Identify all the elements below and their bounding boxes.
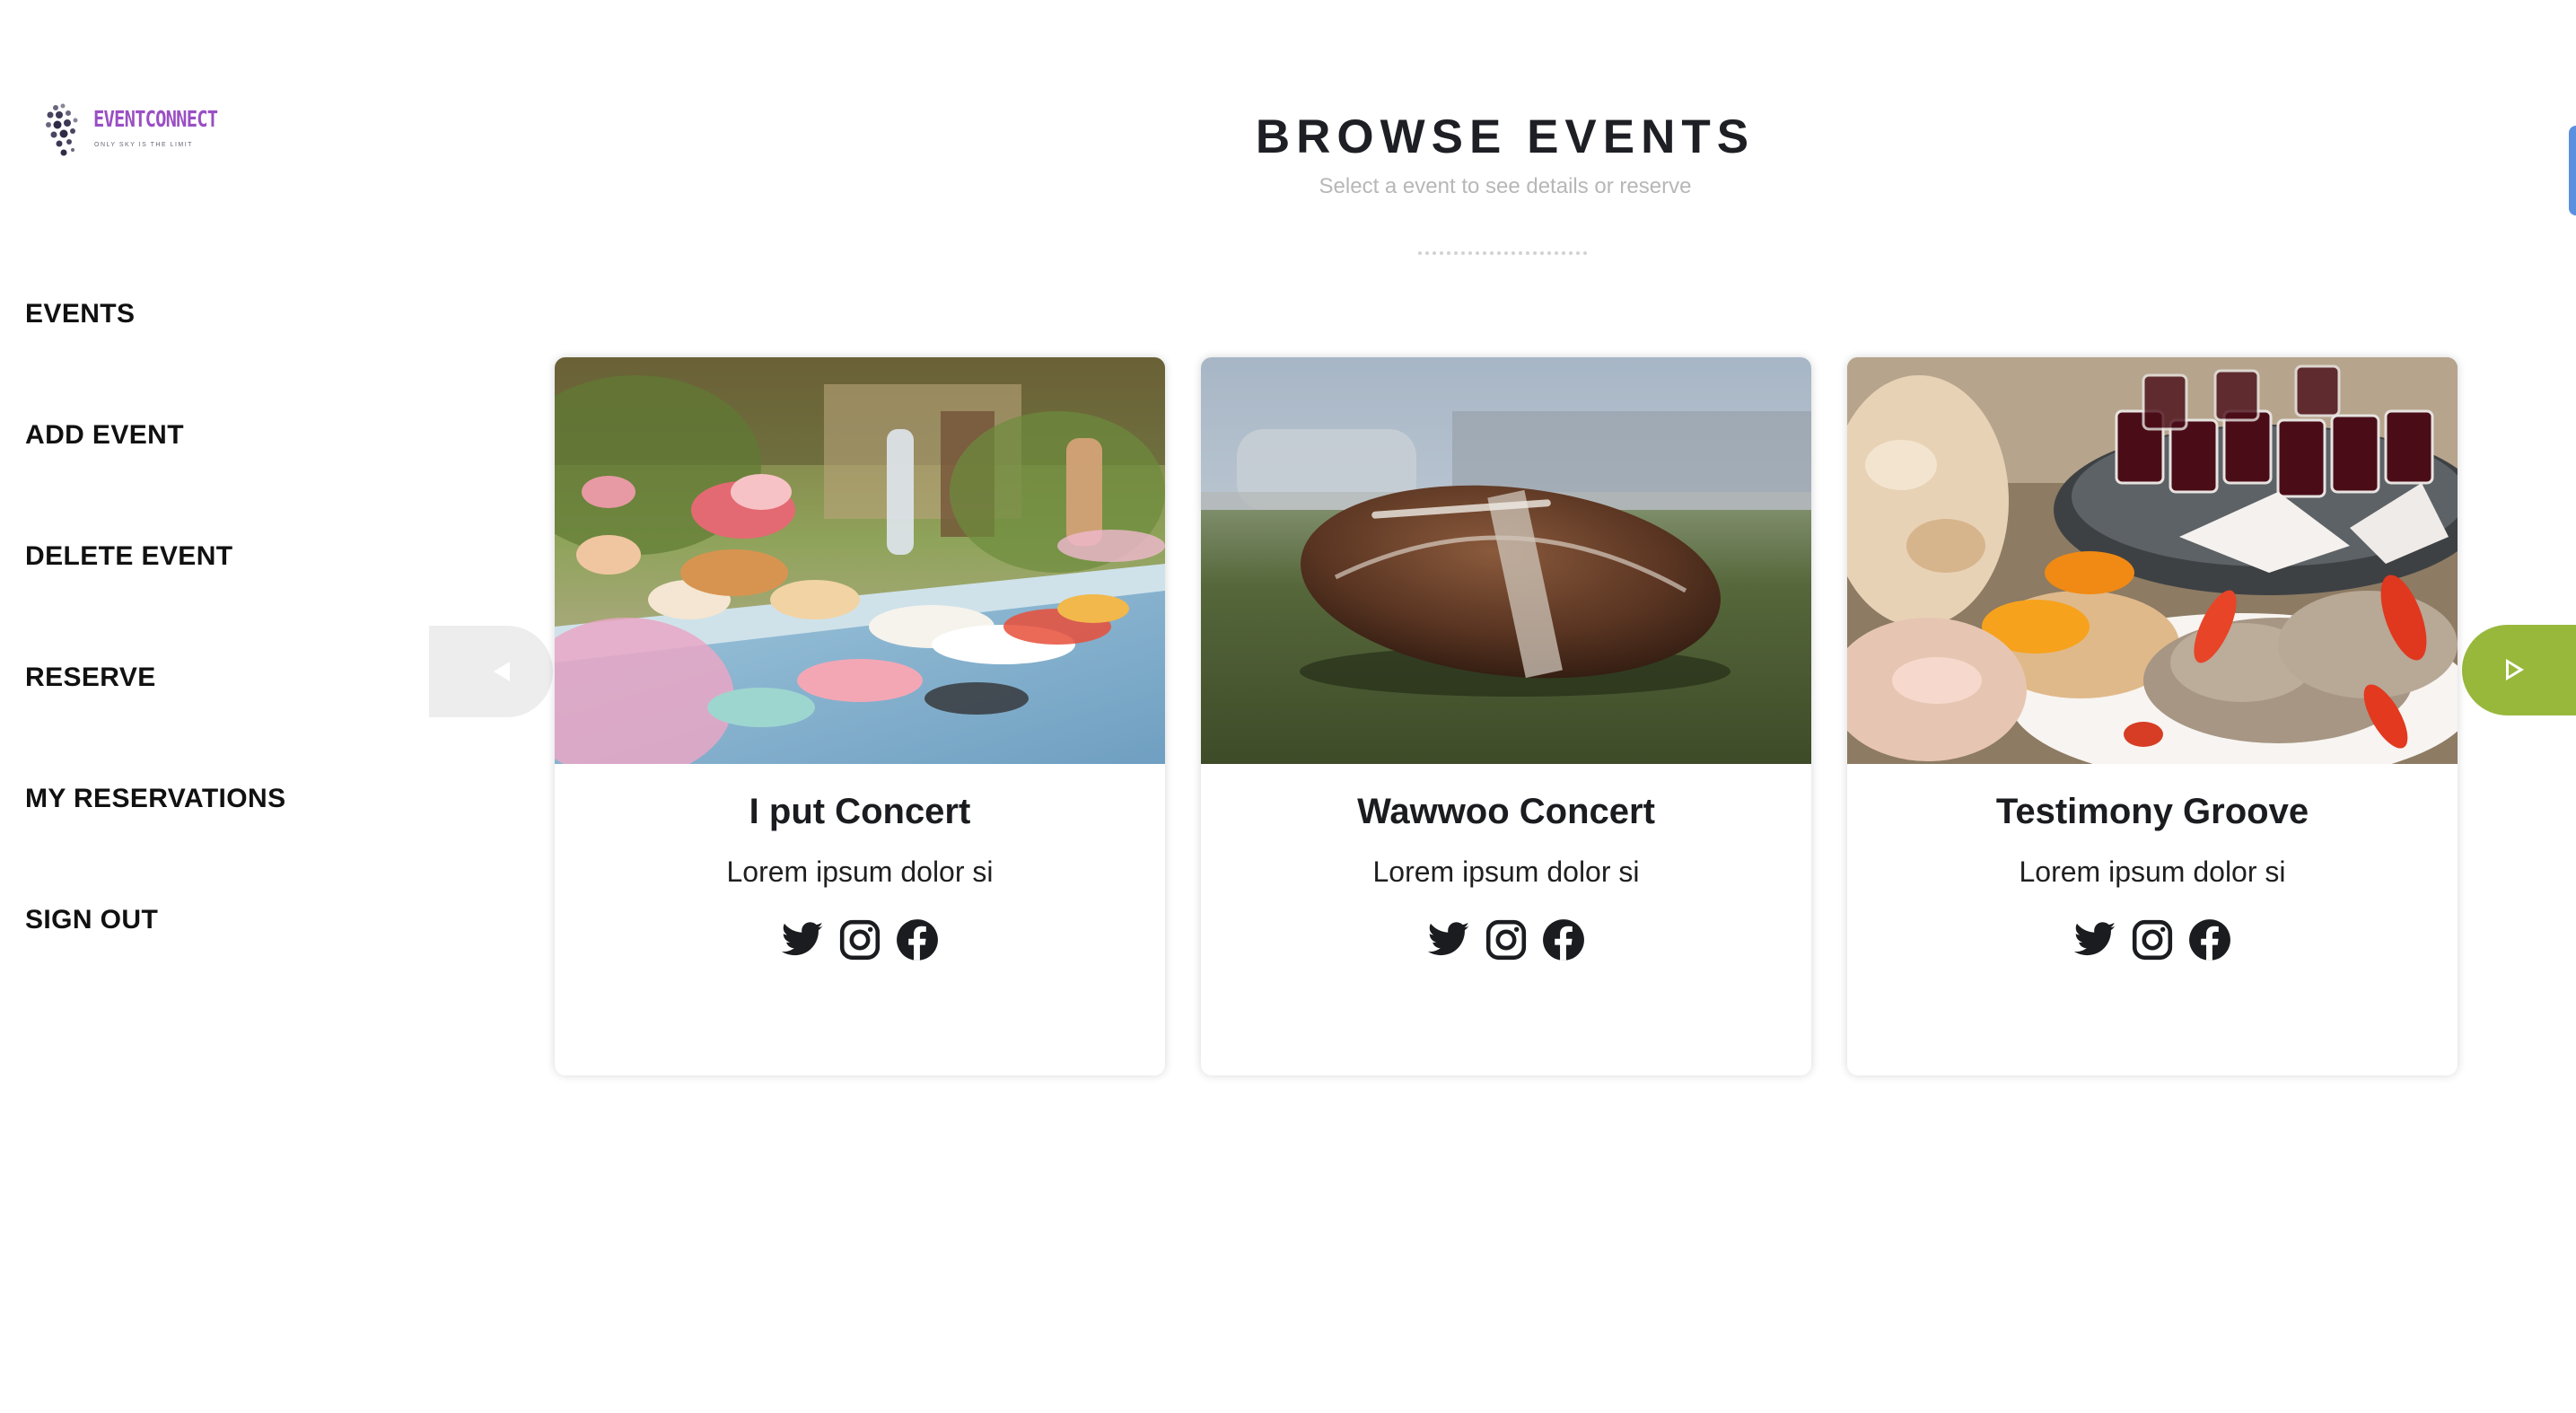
event-card[interactable]: I put Concert Lorem ipsum dolor si bbox=[555, 357, 1165, 1075]
carousel-prev-button[interactable] bbox=[429, 626, 553, 717]
caret-right-icon bbox=[2506, 659, 2524, 680]
event-card[interactable]: Wawwoo Concert Lorem ipsum dolor si bbox=[1201, 357, 1811, 1075]
instagram-icon[interactable] bbox=[837, 917, 882, 962]
dotted-divider bbox=[1418, 251, 1594, 257]
instagram-icon[interactable] bbox=[2130, 917, 2175, 962]
carousel-next-button[interactable] bbox=[2462, 625, 2576, 715]
caret-left-icon bbox=[494, 662, 510, 681]
event-title: I put Concert bbox=[749, 792, 971, 831]
sidebar-item-events[interactable]: EVENTS bbox=[25, 287, 286, 408]
facebook-icon[interactable] bbox=[2187, 917, 2232, 962]
event-title: Testimony Groove bbox=[1995, 792, 2309, 831]
event-card[interactable]: Testimony Groove Lorem ipsum dolor si bbox=[1847, 357, 2458, 1075]
instagram-icon[interactable] bbox=[1484, 917, 1529, 962]
sidebar-item-add-event[interactable]: ADD EVENT bbox=[25, 408, 286, 530]
event-image-football bbox=[1201, 357, 1811, 764]
event-description: Lorem ipsum dolor si bbox=[726, 856, 994, 888]
page-title: BROWSE EVENTS bbox=[1255, 110, 1756, 163]
sidebar-item-my-reservations[interactable]: MY RESERVATIONS bbox=[25, 772, 286, 893]
page-subtitle: Select a event to see details or reserve bbox=[1319, 174, 1692, 198]
sidebar-nav: EVENTS ADD EVENT DELETE EVENT RESERVE MY… bbox=[25, 287, 286, 1014]
twitter-icon[interactable] bbox=[1426, 917, 1471, 962]
social-links bbox=[1201, 917, 1811, 962]
facebook-icon[interactable] bbox=[1541, 917, 1586, 962]
sidebar-item-delete-event[interactable]: DELETE EVENT bbox=[25, 530, 286, 651]
twitter-icon[interactable] bbox=[780, 917, 825, 962]
event-title: Wawwoo Concert bbox=[1357, 792, 1655, 831]
event-image-dessert-table bbox=[555, 357, 1165, 764]
event-image-food-wine bbox=[1847, 357, 2458, 764]
social-links bbox=[555, 917, 1165, 962]
facebook-icon[interactable] bbox=[895, 917, 940, 962]
event-description: Lorem ipsum dolor si bbox=[2019, 856, 2286, 888]
scroll-handle[interactable] bbox=[2569, 126, 2576, 215]
sidebar-item-reserve[interactable]: RESERVE bbox=[25, 651, 286, 772]
sidebar-item-sign-out[interactable]: SIGN OUT bbox=[25, 893, 286, 1014]
twitter-icon[interactable] bbox=[2072, 917, 2117, 962]
event-description: Lorem ipsum dolor si bbox=[1372, 856, 1640, 888]
social-links bbox=[1847, 917, 2458, 962]
